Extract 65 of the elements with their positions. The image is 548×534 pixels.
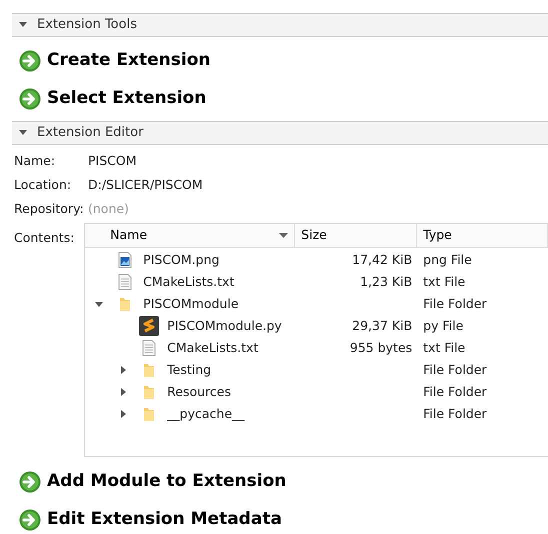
file-size: 29,37 KiB	[352, 318, 412, 333]
action-link[interactable]: Edit Extension Metadata	[12, 501, 282, 534]
file-name: PISCOMmodule	[143, 294, 239, 313]
expand-arrow-icon[interactable]	[120, 366, 126, 374]
collapse-arrow-icon[interactable]	[95, 302, 104, 306]
text-file-icon	[118, 274, 132, 290]
file-name: __pycache__	[167, 404, 245, 423]
action-link[interactable]: Create Extension	[12, 42, 211, 80]
collapse-arrow-icon	[19, 22, 27, 28]
file-type: py File	[423, 318, 464, 333]
field-value: (none)	[88, 200, 129, 218]
file-type: txt File	[423, 340, 466, 355]
file-size: 955 bytes	[350, 340, 412, 355]
script-file-icon	[139, 316, 160, 336]
file-name: CMakeLists.txt	[167, 338, 258, 357]
expand-arrow-icon[interactable]	[120, 388, 126, 396]
folder-icon	[143, 362, 156, 378]
field-label: Contents:	[14, 229, 76, 247]
image-file-icon	[118, 252, 132, 268]
arrow-circle-icon	[19, 509, 41, 531]
arrow-circle-icon	[19, 471, 41, 493]
folder-icon	[143, 384, 156, 400]
file-row[interactable]: __pycache__ File Folder	[85, 403, 548, 425]
file-row[interactable]: PISCOMmodule.py 29,37 KiB py File	[85, 315, 548, 337]
file-row[interactable]: Testing File Folder	[85, 359, 548, 381]
section-title: Extension Editor	[37, 124, 144, 142]
field-label: Name:	[14, 152, 56, 170]
file-size: 1,23 KiB	[360, 274, 412, 289]
file-type: txt File	[423, 274, 466, 289]
file-row[interactable]: CMakeLists.txt 955 bytes txt File	[85, 337, 548, 359]
section-header[interactable]: Extension Editor	[12, 121, 548, 145]
arrow-circle-icon	[19, 88, 41, 110]
file-type: File Folder	[423, 384, 487, 399]
file-name: Testing	[167, 360, 212, 379]
file-row[interactable]: Resources File Folder	[85, 381, 548, 403]
field-value: D:/SLICER/PISCOM	[88, 176, 203, 194]
file-name: PISCOMmodule.py	[167, 316, 282, 335]
file-row[interactable]: CMakeLists.txt 1,23 KiB txt File	[85, 271, 548, 293]
column-header[interactable]: Size	[295, 224, 418, 247]
arrow-circle-icon	[19, 50, 41, 72]
field-label: Repository:	[14, 200, 85, 218]
file-name: CMakeLists.txt	[143, 272, 234, 291]
column-header[interactable]: Name	[85, 224, 296, 247]
sort-arrow-icon	[279, 233, 288, 238]
file-row[interactable]: PISCOM.png 17,42 KiB png File	[85, 249, 548, 271]
section-header[interactable]: Extension Tools	[12, 13, 548, 37]
field-label: Location:	[14, 176, 72, 194]
file-size: 17,42 KiB	[352, 252, 412, 267]
action-link[interactable]: Select Extension	[12, 80, 206, 118]
collapse-arrow-icon	[19, 130, 27, 136]
file-type: File Folder	[423, 406, 487, 421]
action-link[interactable]: Add Module to Extension	[12, 463, 286, 501]
column-header[interactable]: Type	[417, 224, 548, 247]
folder-icon	[119, 296, 132, 312]
text-file-icon	[142, 340, 156, 356]
file-name: PISCOM.png	[143, 250, 220, 269]
section-title: Extension Tools	[37, 16, 137, 34]
field-value: PISCOM	[88, 152, 137, 170]
file-type: File Folder	[423, 362, 487, 377]
file-name: Resources	[167, 382, 231, 401]
file-type: File Folder	[423, 296, 487, 311]
expand-arrow-icon[interactable]	[120, 410, 126, 418]
folder-icon	[143, 406, 156, 422]
file-type: png File	[423, 252, 472, 267]
file-row[interactable]: PISCOMmodule File Folder	[85, 293, 548, 315]
